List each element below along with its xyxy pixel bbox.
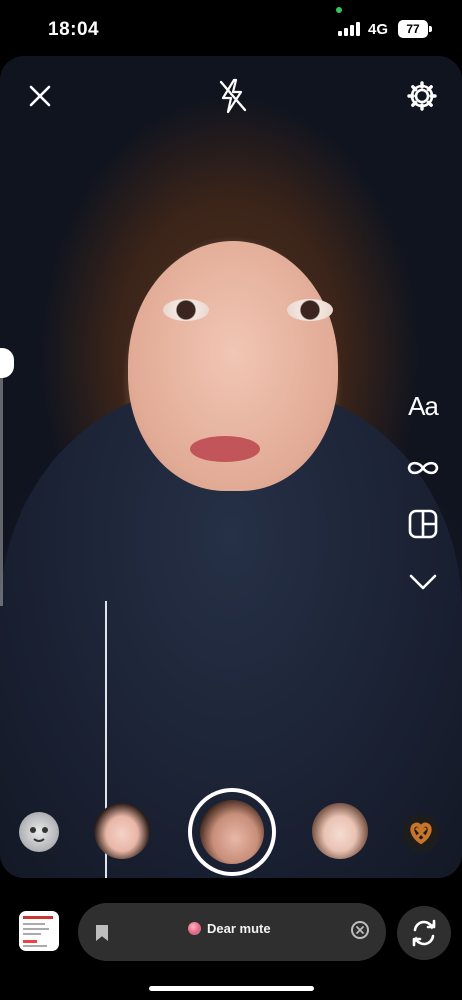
music-title: Dear mute bbox=[207, 921, 271, 936]
shutter-preview bbox=[200, 800, 264, 864]
music-pill[interactable]: Dear mute bbox=[78, 903, 386, 961]
network-type: 4G bbox=[368, 21, 389, 38]
close-music-icon[interactable] bbox=[351, 921, 369, 939]
layout-icon[interactable] bbox=[396, 504, 450, 544]
privacy-indicator-dot bbox=[336, 7, 342, 13]
status-bar: 18:04 4G 77 bbox=[0, 0, 462, 56]
chevron-down-icon[interactable] bbox=[396, 562, 450, 602]
boomerang-icon[interactable] bbox=[396, 448, 450, 488]
effect-face-filter-1[interactable] bbox=[94, 803, 150, 859]
gear-icon[interactable] bbox=[404, 78, 440, 114]
music-sticker-icon bbox=[188, 922, 201, 935]
effect-sticker[interactable] bbox=[19, 812, 59, 852]
battery-cap bbox=[429, 26, 432, 32]
create-text-button[interactable]: Aa bbox=[396, 386, 450, 426]
zoom-slider-track[interactable] bbox=[0, 376, 3, 606]
effects-carousel bbox=[0, 778, 462, 878]
music-label[interactable]: Dear mute bbox=[188, 921, 271, 936]
subject-eye-left bbox=[163, 299, 209, 321]
shutter-button[interactable] bbox=[188, 788, 276, 876]
effect-face-filter-2[interactable] bbox=[312, 803, 368, 859]
flash-off-icon[interactable] bbox=[214, 76, 250, 116]
subject-eye-right bbox=[287, 299, 333, 321]
status-time: 18:04 bbox=[48, 19, 100, 40]
gallery-thumbnail[interactable] bbox=[19, 911, 59, 951]
bookmark-icon[interactable] bbox=[96, 925, 108, 941]
cellular-signal-icon bbox=[338, 22, 362, 36]
subject-lips bbox=[190, 436, 260, 462]
flip-camera-icon[interactable] bbox=[397, 906, 451, 960]
zoom-slider-handle[interactable] bbox=[0, 348, 14, 378]
bottom-bar: Dear mute bbox=[0, 878, 462, 1000]
home-indicator[interactable] bbox=[149, 986, 314, 991]
effect-pretzel[interactable] bbox=[402, 814, 440, 852]
camera-viewfinder[interactable]: Aa bbox=[0, 56, 462, 878]
battery-icon: 77 bbox=[398, 20, 428, 38]
close-icon[interactable] bbox=[24, 80, 56, 112]
